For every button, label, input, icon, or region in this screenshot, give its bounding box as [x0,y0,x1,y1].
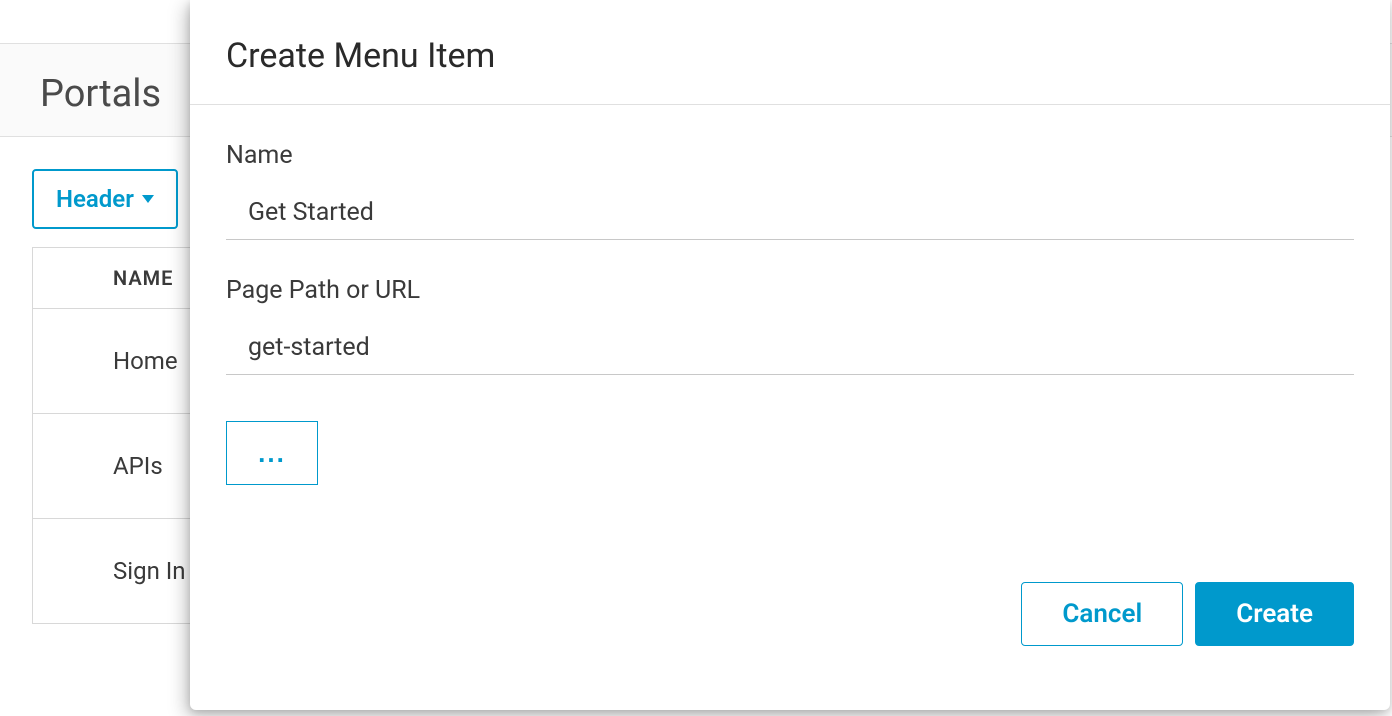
path-label: Page Path or URL [226,276,1354,305]
table-row[interactable]: Sign In [33,519,201,623]
menu-items-table: NAME Home APIs Sign In [32,247,202,624]
create-menu-item-modal: Create Menu Item Name Page Path or URL .… [190,0,1390,710]
header-dropdown[interactable]: Header [32,169,178,229]
caret-down-icon [142,195,154,203]
divider [190,104,1390,105]
create-button[interactable]: Create [1195,582,1354,646]
table-header-name: NAME [33,248,201,309]
name-label: Name [226,141,1354,170]
table-row[interactable]: APIs [33,414,201,519]
header-dropdown-label: Header [56,185,134,213]
more-options-button[interactable]: ... [226,421,318,485]
path-input[interactable] [226,325,1354,375]
modal-title: Create Menu Item [226,36,1354,104]
table-row[interactable]: Home [33,309,201,414]
cancel-button[interactable]: Cancel [1021,582,1183,646]
name-input[interactable] [226,190,1354,240]
